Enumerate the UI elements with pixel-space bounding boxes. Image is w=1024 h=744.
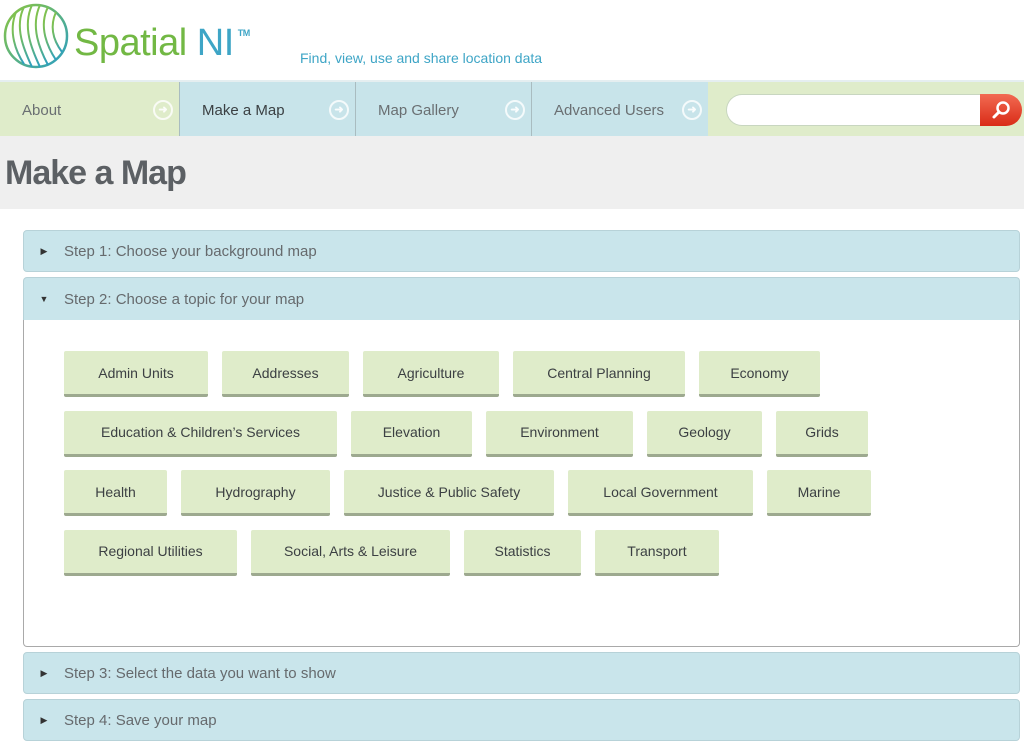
tagline: Find, view, use and share location data [300, 50, 543, 66]
caret-down-icon: ▼ [39, 294, 49, 304]
brand-ni: NI [196, 22, 235, 64]
trademark: TM [237, 28, 251, 38]
main-nav: About ➜ Make a Map ➜ Map Gallery ➜ Advan… [0, 80, 1024, 138]
topic-row: Admin Units Addresses Agriculture Centra… [64, 351, 885, 397]
nav-item-label: About [22, 101, 62, 119]
topic-button[interactable]: Economy [699, 351, 820, 397]
nav-item-label: Make a Map [202, 101, 285, 119]
site-header: Spatial NI TM Find, view, use and share l… [0, 0, 1024, 80]
globe-stripes-icon[interactable] [2, 2, 70, 70]
step-1-header[interactable]: ▶ Step 1: Choose your background map [23, 230, 1020, 272]
topic-row: Education & Children’s Services Elevatio… [64, 410, 885, 457]
search-input[interactable] [726, 94, 982, 126]
step-label: Step 2: Choose a topic for your map [64, 290, 305, 308]
step-4-header[interactable]: ▶ Step 4: Save your map [23, 699, 1020, 741]
topic-list: Admin Units Addresses Agriculture Centra… [64, 351, 885, 589]
topic-button[interactable]: Elevation [351, 410, 472, 457]
nav-item-about[interactable]: About ➜ [0, 82, 180, 138]
topic-button[interactable]: Admin Units [64, 351, 208, 397]
topic-button[interactable]: Transport [595, 529, 719, 576]
caret-right-icon: ▶ [40, 245, 48, 256]
page-title: Make a Map [5, 154, 187, 192]
topic-button[interactable]: Education & Children’s Services [64, 410, 337, 457]
caret-right-icon: ▶ [40, 667, 48, 678]
brand-logo-text[interactable]: Spatial NI TM [74, 22, 250, 65]
nav-item-make-a-map[interactable]: Make a Map ➜ [180, 82, 356, 138]
brand-name: Spatial [74, 22, 197, 64]
arrow-circle-right-icon: ➜ [153, 100, 173, 120]
step-2-panel: Admin Units Addresses Agriculture Centra… [23, 320, 1020, 647]
search-icon [992, 101, 1010, 119]
step-2-header[interactable]: ▼ Step 2: Choose a topic for your map [23, 277, 1020, 321]
topic-button[interactable]: Agriculture [363, 351, 499, 397]
topic-button[interactable]: Regional Utilities [64, 529, 237, 576]
nav-item-label: Map Gallery [378, 101, 459, 119]
topic-button[interactable]: Statistics [464, 529, 581, 576]
nav-item-map-gallery[interactable]: Map Gallery ➜ [356, 82, 532, 138]
step-3-header[interactable]: ▶ Step 3: Select the data you want to sh… [23, 652, 1020, 694]
arrow-circle-right-icon: ➜ [505, 100, 525, 120]
topic-button[interactable]: Local Government [568, 470, 753, 516]
caret-right-icon: ▶ [40, 714, 48, 725]
nav-item-label: Advanced Users [554, 101, 665, 119]
topic-row: Regional Utilities Social, Arts & Leisur… [64, 529, 885, 576]
search-area [708, 82, 1024, 136]
topic-button[interactable]: Central Planning [513, 351, 685, 397]
arrow-circle-right-icon: ➜ [329, 100, 349, 120]
topic-button[interactable]: Hydrography [181, 470, 330, 516]
step-label: Step 4: Save your map [64, 711, 217, 729]
arrow-circle-right-icon: ➜ [682, 100, 702, 120]
topic-button[interactable]: Environment [486, 410, 633, 457]
topic-button[interactable]: Geology [647, 410, 762, 457]
nav-item-advanced-users[interactable]: Advanced Users ➜ [532, 82, 708, 138]
title-band: Make a Map [0, 136, 1024, 209]
topic-button[interactable]: Social, Arts & Leisure [251, 529, 450, 576]
step-label: Step 1: Choose your background map [64, 242, 317, 260]
search-button[interactable] [980, 94, 1022, 126]
topic-button[interactable]: Health [64, 470, 167, 516]
step-label: Step 3: Select the data you want to show [64, 664, 336, 682]
topic-button[interactable]: Justice & Public Safety [344, 470, 554, 516]
topic-button[interactable]: Grids [776, 410, 868, 457]
topic-button[interactable]: Addresses [222, 351, 349, 397]
topic-button[interactable]: Marine [767, 470, 871, 516]
topic-row: Health Hydrography Justice & Public Safe… [64, 470, 885, 516]
